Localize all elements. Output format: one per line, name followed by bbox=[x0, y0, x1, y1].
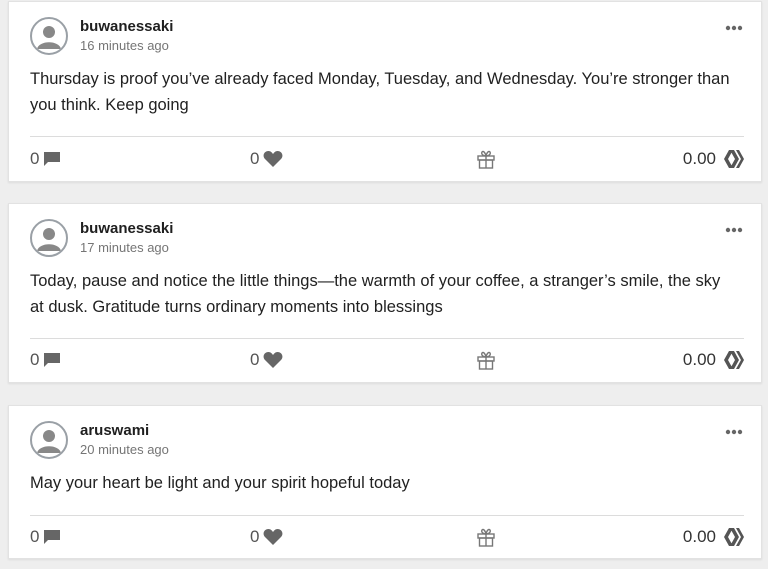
username[interactable]: buwanessaki bbox=[80, 18, 173, 36]
post-actions: 0 0 0.00 bbox=[30, 146, 744, 172]
heart-icon bbox=[264, 352, 283, 368]
gift-button[interactable] bbox=[476, 146, 496, 172]
gift-button[interactable] bbox=[476, 524, 496, 550]
comment-button[interactable]: 0 bbox=[30, 524, 61, 550]
hive-logo-icon bbox=[724, 150, 744, 168]
comment-icon bbox=[44, 530, 61, 544]
user-avatar-icon[interactable] bbox=[30, 219, 68, 257]
like-button[interactable]: 0 bbox=[250, 524, 283, 550]
hive-logo-icon bbox=[724, 528, 744, 546]
gift-icon bbox=[477, 150, 495, 169]
timestamp[interactable]: 20 minutes ago bbox=[80, 441, 169, 459]
post-body[interactable]: Thursday is proof you’ve already faced M… bbox=[30, 66, 737, 118]
like-button[interactable]: 0 bbox=[250, 347, 283, 373]
comment-icon bbox=[44, 353, 61, 367]
more-options-icon[interactable] bbox=[725, 20, 743, 31]
hive-logo-icon bbox=[724, 351, 744, 369]
comment-count: 0 bbox=[30, 350, 40, 369]
post-feed: buwanessaki 16 minutes ago Thursday is p… bbox=[0, 0, 768, 569]
divider bbox=[30, 515, 744, 516]
post-card: buwanessaki 16 minutes ago Thursday is p… bbox=[8, 1, 762, 182]
divider bbox=[30, 338, 744, 339]
gift-icon bbox=[477, 528, 495, 547]
payout-button[interactable]: 0.00 bbox=[683, 347, 744, 373]
post-body[interactable]: May your heart be light and your spirit … bbox=[30, 470, 737, 496]
more-options-icon[interactable] bbox=[725, 222, 743, 233]
comment-icon bbox=[44, 152, 61, 166]
post-card: aruswami 20 minutes ago May your heart b… bbox=[8, 405, 762, 559]
like-count: 0 bbox=[250, 149, 260, 168]
more-options-icon[interactable] bbox=[725, 424, 743, 435]
comment-count: 0 bbox=[30, 527, 40, 546]
like-button[interactable]: 0 bbox=[250, 146, 283, 172]
payout-value: 0.00 bbox=[682, 350, 716, 369]
gift-icon bbox=[477, 351, 495, 370]
user-avatar-icon[interactable] bbox=[30, 17, 68, 55]
comment-button[interactable]: 0 bbox=[30, 347, 61, 373]
payout-value: 0.00 bbox=[682, 149, 716, 168]
post-body[interactable]: Today, pause and notice the little thing… bbox=[30, 268, 737, 320]
gift-button[interactable] bbox=[476, 347, 496, 373]
user-avatar-icon[interactable] bbox=[30, 421, 68, 459]
comment-count: 0 bbox=[30, 149, 40, 168]
heart-icon bbox=[264, 151, 283, 167]
post-actions: 0 0 0.00 bbox=[30, 524, 744, 550]
username[interactable]: aruswami bbox=[80, 422, 169, 440]
like-count: 0 bbox=[250, 350, 260, 369]
post-actions: 0 0 0.00 bbox=[30, 347, 744, 373]
divider bbox=[30, 136, 744, 137]
heart-icon bbox=[264, 529, 283, 545]
timestamp[interactable]: 17 minutes ago bbox=[80, 239, 173, 257]
timestamp[interactable]: 16 minutes ago bbox=[80, 37, 173, 55]
payout-value: 0.00 bbox=[682, 527, 716, 546]
payout-button[interactable]: 0.00 bbox=[683, 524, 744, 550]
like-count: 0 bbox=[250, 527, 260, 546]
post-card: buwanessaki 17 minutes ago Today, pause … bbox=[8, 203, 762, 383]
payout-button[interactable]: 0.00 bbox=[683, 146, 744, 172]
username[interactable]: buwanessaki bbox=[80, 220, 173, 238]
comment-button[interactable]: 0 bbox=[30, 146, 61, 172]
